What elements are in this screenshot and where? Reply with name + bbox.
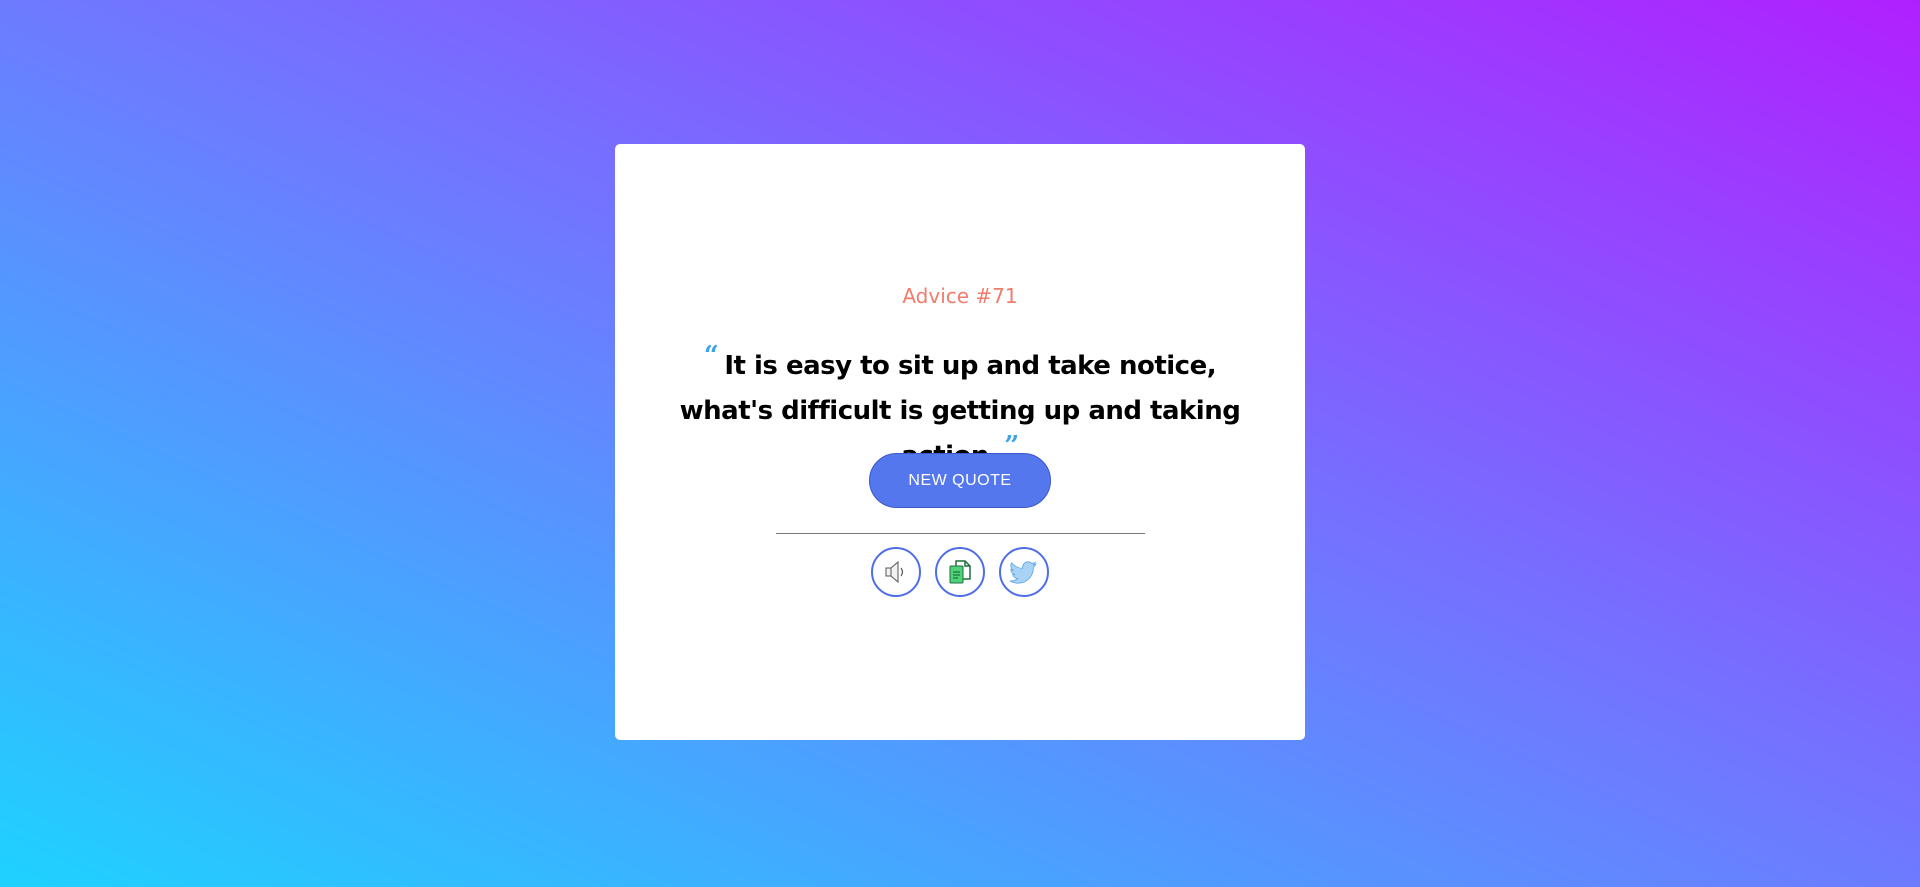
open-quote-mark: “ bbox=[703, 341, 719, 372]
copy-button[interactable] bbox=[935, 547, 985, 597]
action-buttons bbox=[615, 547, 1305, 597]
speaker-icon bbox=[885, 560, 904, 584]
speak-button[interactable] bbox=[871, 547, 921, 597]
divider bbox=[776, 533, 1145, 534]
tweet-button[interactable] bbox=[999, 547, 1049, 597]
new-quote-button[interactable]: NEW QUOTE bbox=[869, 453, 1051, 508]
copy-icon bbox=[949, 560, 971, 584]
advice-card: Advice #71 “It is easy to sit up and tak… bbox=[615, 144, 1305, 740]
twitter-icon bbox=[1009, 561, 1037, 584]
advice-number: Advice #71 bbox=[902, 284, 1018, 308]
